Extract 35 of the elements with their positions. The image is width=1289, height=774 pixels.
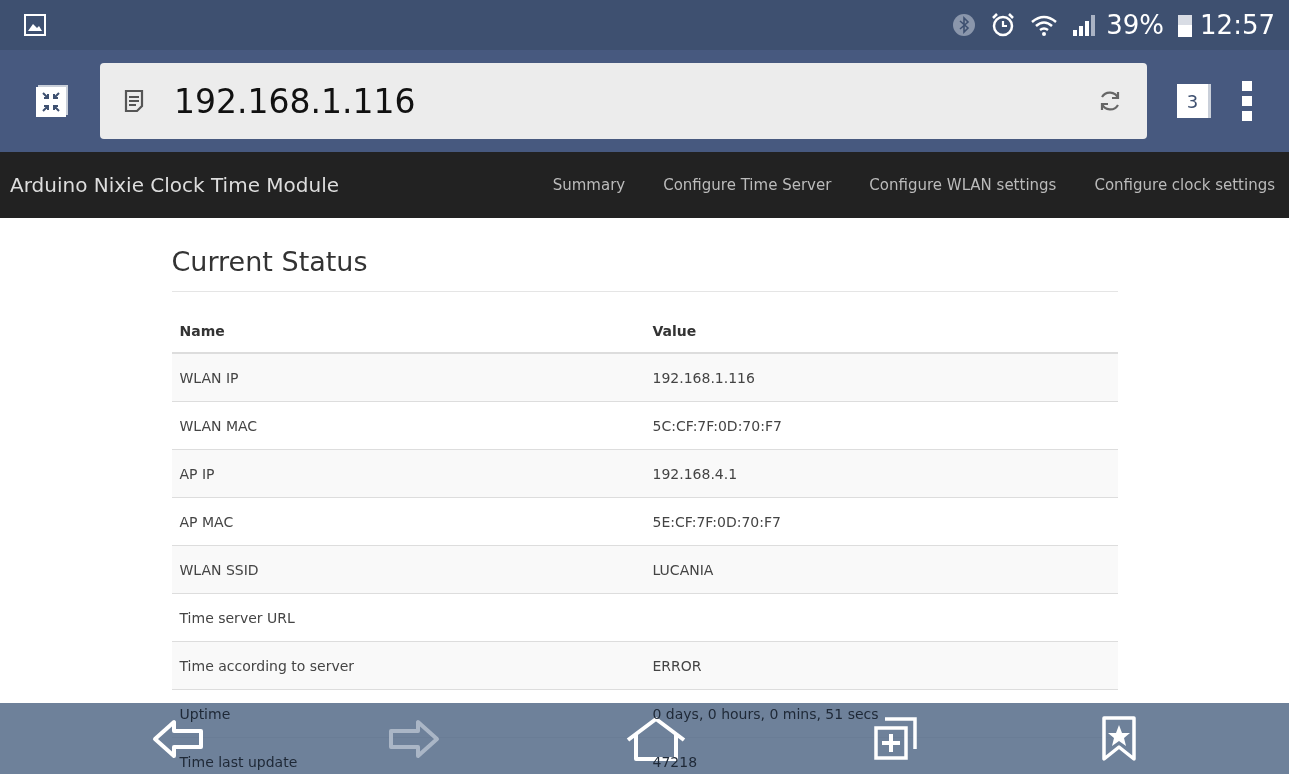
section-heading: Current Status <box>171 246 1118 292</box>
table-cell: AP MAC <box>179 513 234 530</box>
bookmark-icon[interactable] <box>1100 715 1137 762</box>
battery-percent: 39% <box>1106 10 1165 40</box>
table-cell: WLAN MAC <box>179 417 258 434</box>
wifi-icon <box>1030 14 1059 36</box>
table-cell: AP IP <box>179 465 215 482</box>
table-cell: WLAN IP <box>179 369 239 386</box>
nav-link[interactable]: Summary <box>552 176 626 194</box>
nav-link[interactable]: Configure clock settings <box>1094 176 1275 194</box>
table-cell: 0 days, 0 hours, 0 mins, 51 secs <box>652 705 879 722</box>
table-cell: Time last update <box>179 753 298 770</box>
nav-link[interactable]: Configure Time Server <box>663 176 832 194</box>
table-cell: 5C:CF:7F:0D:70:F7 <box>652 417 782 434</box>
page-icon <box>124 89 144 113</box>
table-cell: 47218 <box>652 753 698 770</box>
more-options-icon[interactable] <box>1241 79 1253 123</box>
image-icon <box>24 14 46 36</box>
table-cell: Time server URL <box>179 609 295 626</box>
battery-icon <box>1178 13 1193 37</box>
table-cell: ERROR <box>652 657 702 674</box>
table-cell: 192.168.1.116 <box>652 369 755 386</box>
table-cell: Uptime <box>179 705 231 722</box>
table-cell: WLAN SSID <box>179 561 259 578</box>
address-bar[interactable]: 192.168.1.116 <box>100 63 1147 139</box>
table-cell: Time according to server <box>179 657 355 674</box>
table-cell: 5E:CF:7F:0D:70:F7 <box>652 513 781 530</box>
bluetooth-icon <box>952 13 977 37</box>
clock-time: 12:57 <box>1200 10 1275 40</box>
exit-fullscreen-icon[interactable] <box>34 83 70 119</box>
table-cell: 192.168.4.1 <box>652 465 738 482</box>
table-cell: LUCANIA <box>652 561 714 578</box>
tab-count-button[interactable]: 3 <box>1177 84 1211 118</box>
site-title[interactable]: Arduino Nixie Clock Time Module <box>10 173 340 197</box>
nav-link[interactable]: Configure WLAN settings <box>869 176 1057 194</box>
